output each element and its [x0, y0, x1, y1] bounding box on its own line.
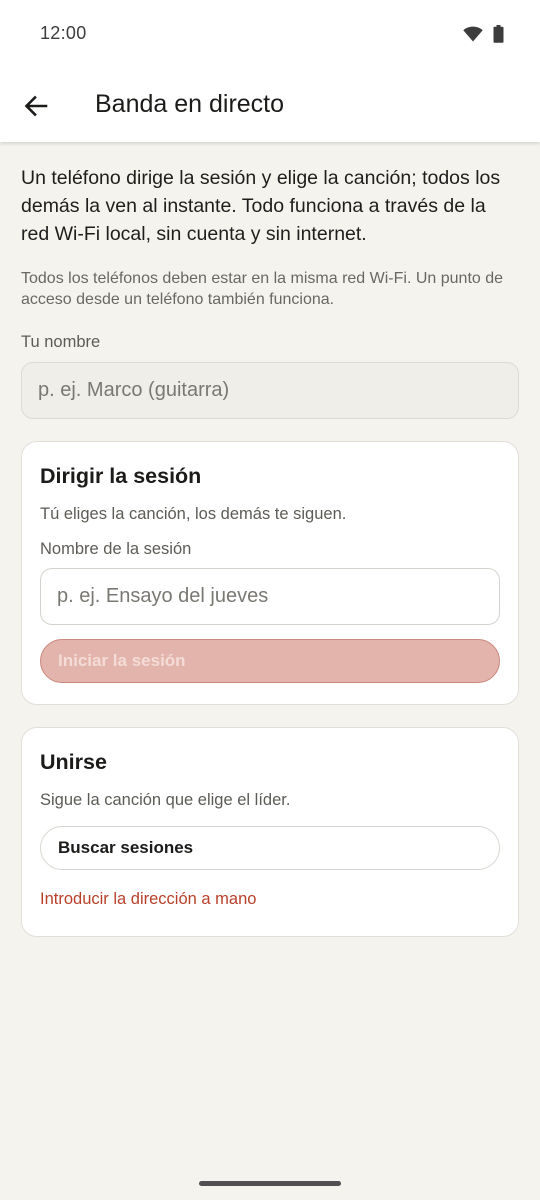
navigation-handle[interactable]	[199, 1181, 341, 1186]
app-bar: Banda en directo	[0, 70, 540, 142]
session-name-input[interactable]	[40, 568, 500, 625]
search-sessions-button[interactable]: Buscar sesiones	[40, 826, 500, 870]
join-session-card: Unirse Sigue la canción que elige el líd…	[21, 727, 519, 937]
status-time: 12:00	[40, 23, 87, 43]
manual-address-link[interactable]: Introducir la dirección a mano	[40, 890, 500, 909]
main-content: Un teléfono dirige la sesión y elige la …	[21, 142, 519, 937]
join-card-title: Unirse	[40, 750, 107, 774]
wifi-icon	[463, 26, 483, 42]
name-field-label: Tu nombre	[21, 333, 101, 351]
session-name-label: Nombre de la sesión	[40, 540, 192, 558]
battery-icon	[493, 25, 504, 43]
lead-card-title: Dirigir la sesión	[40, 464, 202, 488]
status-bar: 12:00	[0, 0, 540, 70]
page-title: Banda en directo	[95, 90, 285, 118]
lead-session-card: Dirigir la sesión Tú eliges la canción, …	[21, 441, 519, 705]
network-note: Todos los teléfonos deben estar en la mi…	[21, 270, 504, 308]
start-session-button[interactable]: Iniciar la sesión	[40, 639, 500, 683]
join-card-description: Sigue la canción que elige el líder.	[40, 791, 291, 809]
arrow-left-icon[interactable]	[20, 90, 52, 122]
status-icons	[463, 24, 504, 44]
lead-card-description: Tú eliges la canción, los demás te sigue…	[40, 505, 347, 523]
intro-text: Un teléfono dirige la sesión y elige la …	[21, 167, 501, 245]
name-input[interactable]	[21, 362, 519, 419]
